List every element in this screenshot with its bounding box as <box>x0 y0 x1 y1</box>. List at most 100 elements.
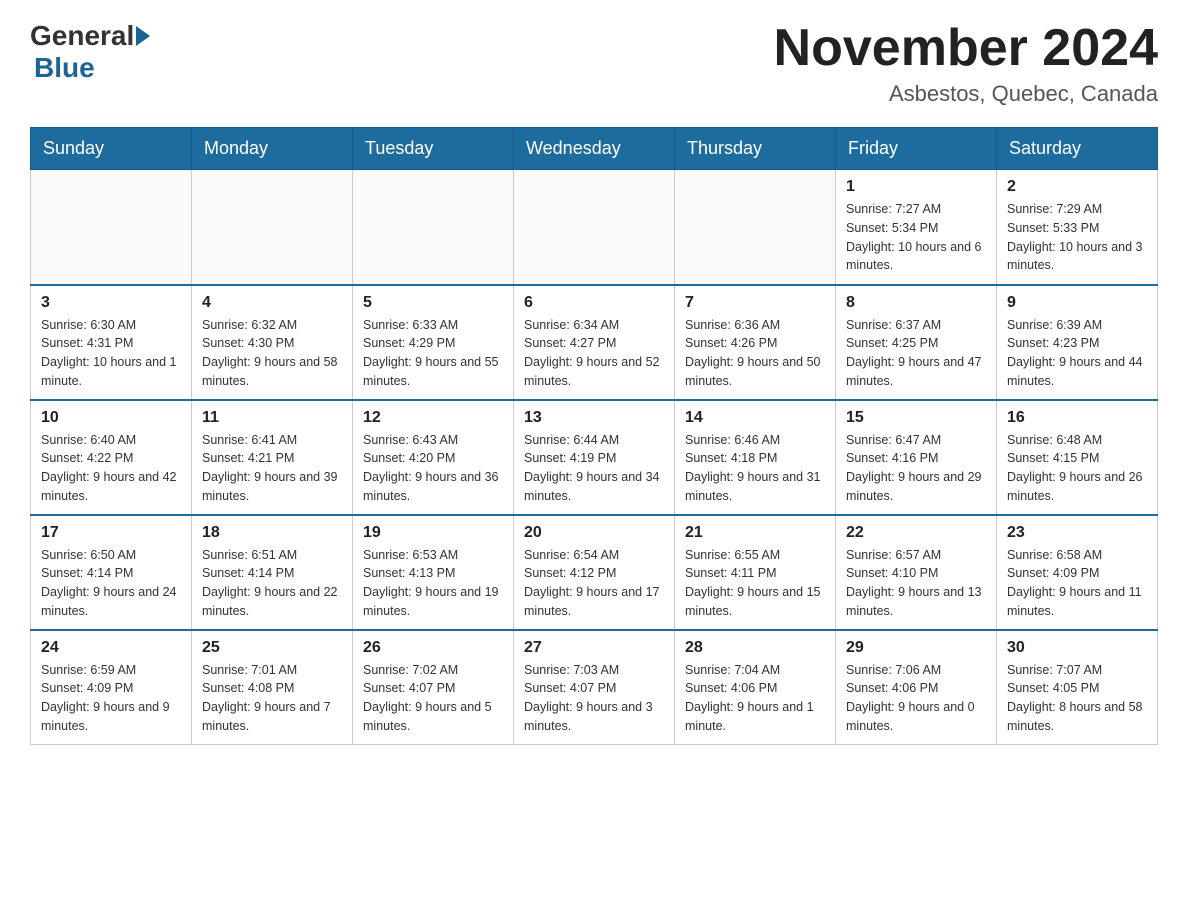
day-number: 23 <box>1007 524 1147 542</box>
day-info: Sunrise: 6:37 AM Sunset: 4:25 PM Dayligh… <box>846 316 986 391</box>
day-info: Sunrise: 7:27 AM Sunset: 5:34 PM Dayligh… <box>846 200 986 275</box>
day-info: Sunrise: 6:39 AM Sunset: 4:23 PM Dayligh… <box>1007 316 1147 391</box>
day-info: Sunrise: 6:53 AM Sunset: 4:13 PM Dayligh… <box>363 546 503 621</box>
day-number: 1 <box>846 178 986 196</box>
calendar-cell <box>31 170 192 285</box>
calendar-cell: 7Sunrise: 6:36 AM Sunset: 4:26 PM Daylig… <box>675 285 836 400</box>
calendar-cell: 24 Sunrise: 6:59 AM Sunset: 4:09 PM Dayli… <box>31 630 192 745</box>
calendar-cell: 22Sunrise: 6:57 AM Sunset: 4:10 PM Dayli… <box>836 515 997 630</box>
day-number: 24 <box>41 639 181 657</box>
calendar-cell <box>353 170 514 285</box>
weekday-header-tuesday: Tuesday <box>353 128 514 170</box>
calendar-cell: 26 Sunrise: 7:02 AM Sunset: 4:07 PM Dayli… <box>353 630 514 745</box>
calendar-cell: 28 Sunrise: 7:04 AM Sunset: 4:06 PM Dayli… <box>675 630 836 745</box>
calendar-cell: 6Sunrise: 6:34 AM Sunset: 4:27 PM Daylig… <box>514 285 675 400</box>
day-info: Sunrise: 6:33 AM Sunset: 4:29 PM Dayligh… <box>363 316 503 391</box>
calendar-cell: 19 Sunrise: 6:53 AM Sunset: 4:13 PM Dayli… <box>353 515 514 630</box>
day-info: Sunrise: 6:47 AM Sunset: 4:16 PM Dayligh… <box>846 431 986 506</box>
day-info: Sunrise: 6:30 AM Sunset: 4:31 PM Dayligh… <box>41 316 181 391</box>
calendar-cell: 29 Sunrise: 7:06 AM Sunset: 4:06 PM Dayli… <box>836 630 997 745</box>
calendar-cell <box>514 170 675 285</box>
calendar-week-row: 17 Sunrise: 6:50 AM Sunset: 4:14 PM Dayli… <box>31 515 1158 630</box>
weekday-header-friday: Friday <box>836 128 997 170</box>
day-info: Sunrise: 7:06 AM Sunset: 4:06 PM Dayligh… <box>846 661 986 736</box>
calendar-cell: 9 Sunrise: 6:39 AM Sunset: 4:23 PM Daylig… <box>997 285 1158 400</box>
calendar-table: SundayMondayTuesdayWednesdayThursdayFrid… <box>30 127 1158 745</box>
logo-blue-text: Blue <box>34 52 95 84</box>
day-info: Sunrise: 7:03 AM Sunset: 4:07 PM Dayligh… <box>524 661 664 736</box>
day-number: 19 <box>363 524 503 542</box>
calendar-cell: 21 Sunrise: 6:55 AM Sunset: 4:11 PM Dayli… <box>675 515 836 630</box>
day-info: Sunrise: 6:51 AM Sunset: 4:14 PM Dayligh… <box>202 546 342 621</box>
day-info: Sunrise: 6:50 AM Sunset: 4:14 PM Dayligh… <box>41 546 181 621</box>
day-number: 6 <box>524 294 664 312</box>
day-info: Sunrise: 6:54 AM Sunset: 4:12 PM Dayligh… <box>524 546 664 621</box>
calendar-cell <box>192 170 353 285</box>
day-info: Sunrise: 7:07 AM Sunset: 4:05 PM Dayligh… <box>1007 661 1147 736</box>
calendar-cell: 30 Sunrise: 7:07 AM Sunset: 4:05 PM Dayli… <box>997 630 1158 745</box>
calendar-cell: 3 Sunrise: 6:30 AM Sunset: 4:31 PM Daylig… <box>31 285 192 400</box>
day-number: 3 <box>41 294 181 312</box>
day-number: 13 <box>524 409 664 427</box>
calendar-cell: 23 Sunrise: 6:58 AM Sunset: 4:09 PM Dayli… <box>997 515 1158 630</box>
day-number: 20 <box>524 524 664 542</box>
day-info: Sunrise: 6:40 AM Sunset: 4:22 PM Dayligh… <box>41 431 181 506</box>
day-number: 27 <box>524 639 664 657</box>
calendar-cell: 15 Sunrise: 6:47 AM Sunset: 4:16 PM Dayli… <box>836 400 997 515</box>
day-info: Sunrise: 7:04 AM Sunset: 4:06 PM Dayligh… <box>685 661 825 736</box>
day-number: 16 <box>1007 409 1147 427</box>
day-number: 17 <box>41 524 181 542</box>
location-text: Asbestos, Quebec, Canada <box>774 81 1158 107</box>
day-info: Sunrise: 6:43 AM Sunset: 4:20 PM Dayligh… <box>363 431 503 506</box>
day-info: Sunrise: 6:58 AM Sunset: 4:09 PM Dayligh… <box>1007 546 1147 621</box>
calendar-cell: 2 Sunrise: 7:29 AM Sunset: 5:33 PM Daylig… <box>997 170 1158 285</box>
weekday-header-wednesday: Wednesday <box>514 128 675 170</box>
day-info: Sunrise: 6:59 AM Sunset: 4:09 PM Dayligh… <box>41 661 181 736</box>
calendar-cell: 14 Sunrise: 6:46 AM Sunset: 4:18 PM Dayli… <box>675 400 836 515</box>
calendar-cell: 1 Sunrise: 7:27 AM Sunset: 5:34 PM Daylig… <box>836 170 997 285</box>
calendar-cell <box>675 170 836 285</box>
day-number: 18 <box>202 524 342 542</box>
calendar-week-row: 24 Sunrise: 6:59 AM Sunset: 4:09 PM Dayli… <box>31 630 1158 745</box>
day-number: 9 <box>1007 294 1147 312</box>
logo-general-text: General <box>30 20 134 52</box>
day-info: Sunrise: 6:55 AM Sunset: 4:11 PM Dayligh… <box>685 546 825 621</box>
day-number: 15 <box>846 409 986 427</box>
weekday-header-monday: Monday <box>192 128 353 170</box>
calendar-cell: 8Sunrise: 6:37 AM Sunset: 4:25 PM Daylig… <box>836 285 997 400</box>
day-info: Sunrise: 7:29 AM Sunset: 5:33 PM Dayligh… <box>1007 200 1147 275</box>
day-number: 28 <box>685 639 825 657</box>
day-info: Sunrise: 6:32 AM Sunset: 4:30 PM Dayligh… <box>202 316 342 391</box>
calendar-week-row: 1 Sunrise: 7:27 AM Sunset: 5:34 PM Daylig… <box>31 170 1158 285</box>
day-number: 30 <box>1007 639 1147 657</box>
calendar-cell: 11Sunrise: 6:41 AM Sunset: 4:21 PM Dayli… <box>192 400 353 515</box>
logo-arrow-icon <box>136 26 150 46</box>
day-number: 2 <box>1007 178 1147 196</box>
logo: General Blue <box>30 20 152 84</box>
day-info: Sunrise: 6:57 AM Sunset: 4:10 PM Dayligh… <box>846 546 986 621</box>
day-info: Sunrise: 7:02 AM Sunset: 4:07 PM Dayligh… <box>363 661 503 736</box>
weekday-header-sunday: Sunday <box>31 128 192 170</box>
day-number: 12 <box>363 409 503 427</box>
day-info: Sunrise: 7:01 AM Sunset: 4:08 PM Dayligh… <box>202 661 342 736</box>
calendar-cell: 18 Sunrise: 6:51 AM Sunset: 4:14 PM Dayli… <box>192 515 353 630</box>
day-info: Sunrise: 6:41 AM Sunset: 4:21 PM Dayligh… <box>202 431 342 506</box>
day-number: 25 <box>202 639 342 657</box>
calendar-cell: 4 Sunrise: 6:32 AM Sunset: 4:30 PM Daylig… <box>192 285 353 400</box>
day-number: 14 <box>685 409 825 427</box>
calendar-cell: 5Sunrise: 6:33 AM Sunset: 4:29 PM Daylig… <box>353 285 514 400</box>
weekday-header-saturday: Saturday <box>997 128 1158 170</box>
calendar-cell: 13Sunrise: 6:44 AM Sunset: 4:19 PM Dayli… <box>514 400 675 515</box>
day-info: Sunrise: 6:48 AM Sunset: 4:15 PM Dayligh… <box>1007 431 1147 506</box>
month-title: November 2024 <box>774 20 1158 77</box>
day-number: 21 <box>685 524 825 542</box>
day-number: 10 <box>41 409 181 427</box>
calendar-cell: 17 Sunrise: 6:50 AM Sunset: 4:14 PM Dayli… <box>31 515 192 630</box>
day-info: Sunrise: 6:46 AM Sunset: 4:18 PM Dayligh… <box>685 431 825 506</box>
day-number: 26 <box>363 639 503 657</box>
day-number: 29 <box>846 639 986 657</box>
calendar-cell: 16 Sunrise: 6:48 AM Sunset: 4:15 PM Dayli… <box>997 400 1158 515</box>
title-section: November 2024 Asbestos, Quebec, Canada <box>774 20 1158 107</box>
calendar-cell: 27 Sunrise: 7:03 AM Sunset: 4:07 PM Dayli… <box>514 630 675 745</box>
day-number: 4 <box>202 294 342 312</box>
